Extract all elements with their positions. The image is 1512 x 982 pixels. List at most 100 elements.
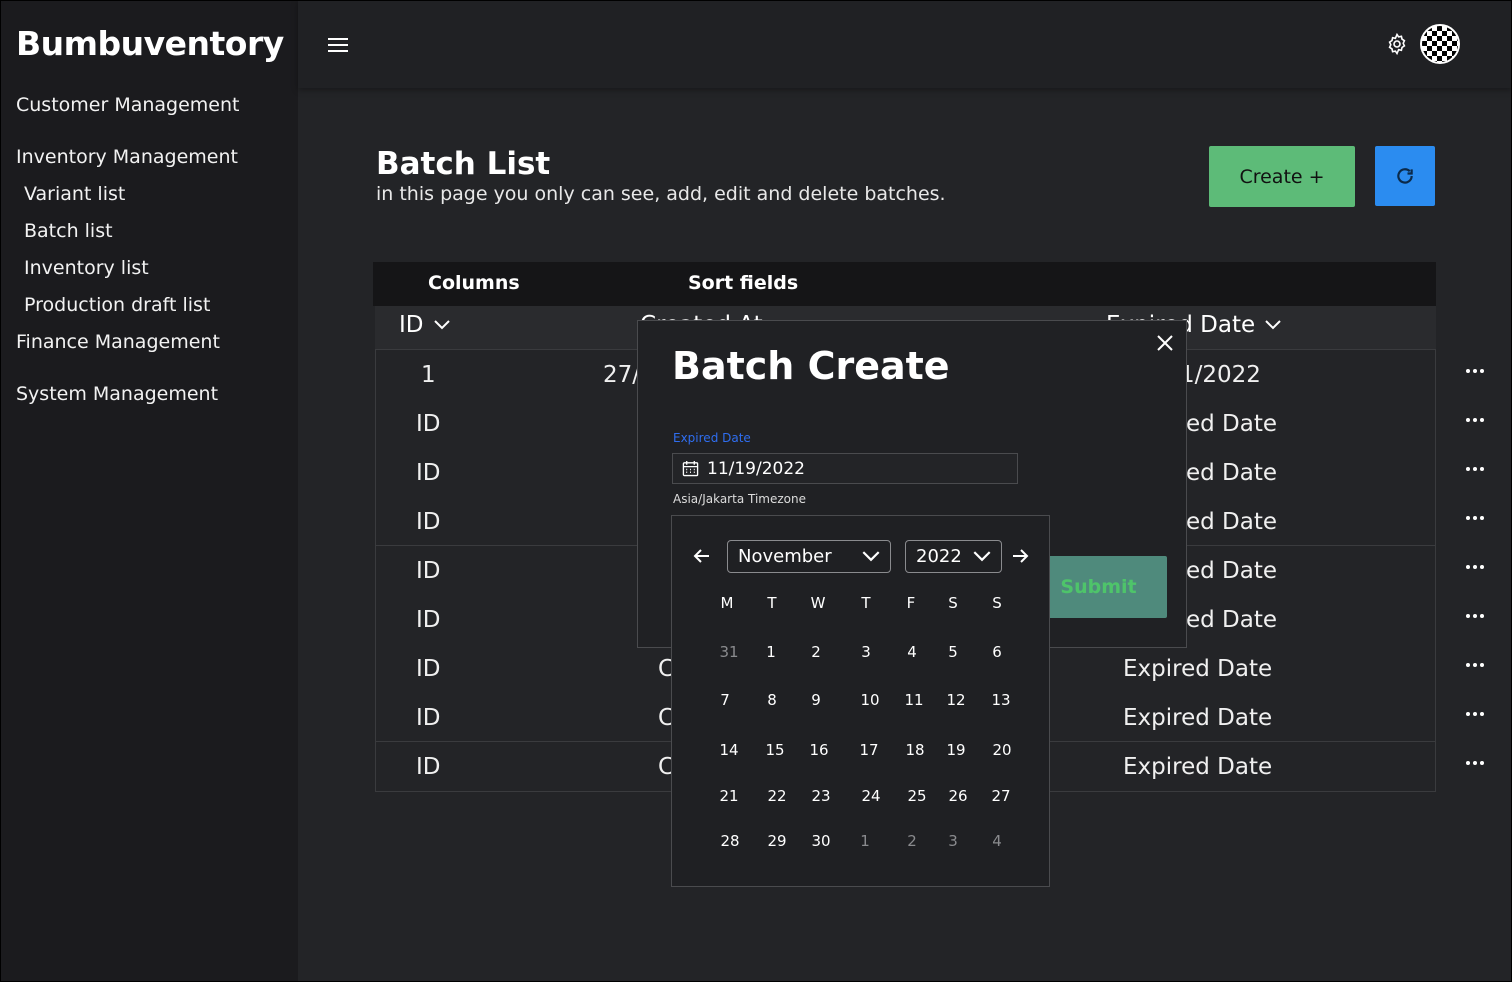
cell-id: ID (416, 754, 441, 780)
page-title: Batch List (376, 146, 551, 182)
sort-fields-button[interactable]: Sort fields (688, 272, 798, 294)
calendar-day[interactable]: 7 (711, 691, 739, 709)
calendar-day[interactable]: 1 (757, 643, 785, 661)
prev-month-arrow-icon[interactable] (692, 546, 712, 566)
more-options-icon[interactable] (1466, 565, 1484, 571)
calendar-day[interactable]: 10 (856, 691, 884, 709)
calendar-day[interactable]: 8 (758, 691, 786, 709)
next-month-arrow-icon[interactable] (1010, 546, 1030, 566)
sidebar-item-variant-list[interactable]: Variant list (24, 183, 125, 205)
calendar-icon (682, 460, 699, 477)
page-subtitle: in this page you only can see, add, edit… (376, 183, 946, 205)
year-select-value: 2022 (916, 546, 962, 567)
calendar-day[interactable]: 14 (715, 741, 743, 759)
calendar-day[interactable]: 17 (855, 741, 883, 759)
hamburger-icon[interactable] (328, 38, 348, 54)
calendar-day[interactable]: 9 (802, 691, 830, 709)
calendar-day[interactable]: 27 (987, 787, 1015, 805)
calendar-day[interactable]: 4 (898, 643, 926, 661)
topbar (298, 0, 1512, 88)
calendar-day[interactable]: 12 (942, 691, 970, 709)
calendar-day[interactable]: 2 (802, 643, 830, 661)
column-header-id-label: ID (399, 312, 424, 338)
calendar-day[interactable]: 5 (939, 643, 967, 661)
calendar-day[interactable]: 20 (988, 741, 1016, 759)
columns-button[interactable]: Columns (428, 272, 520, 294)
cell-expired: Expired Date (1123, 705, 1273, 731)
cell-expired: ed Date (1186, 558, 1278, 584)
more-options-icon[interactable] (1466, 712, 1484, 718)
refresh-button[interactable] (1375, 146, 1435, 206)
gear-icon[interactable] (1385, 32, 1409, 56)
more-options-icon[interactable] (1466, 418, 1484, 424)
calendar-day[interactable]: 21 (715, 787, 743, 805)
sidebar-item-inventory-list[interactable]: Inventory list (24, 257, 149, 279)
weekday-label: S (948, 594, 958, 612)
calendar-day[interactable]: 1 (851, 832, 879, 850)
calendar-day[interactable]: 24 (857, 787, 885, 805)
calendar-day[interactable]: 23 (807, 787, 835, 805)
cell-id: 1 (421, 362, 436, 388)
column-header-id[interactable]: ID (399, 312, 450, 338)
chevron-down-icon (433, 320, 450, 330)
sidebar-item-finance-management[interactable]: Finance Management (16, 331, 220, 353)
calendar-day[interactable]: 26 (944, 787, 972, 805)
sidebar-item-system-management[interactable]: System Management (16, 383, 218, 405)
more-options-icon[interactable] (1466, 516, 1484, 522)
calendar-day[interactable]: 30 (807, 832, 835, 850)
cell-expired: Expired Date (1123, 656, 1273, 682)
cell-id: ID (416, 705, 441, 731)
cell-expired: ed Date (1186, 509, 1278, 535)
sidebar-item-batch-list[interactable]: Batch list (24, 220, 113, 242)
calendar-day[interactable]: 13 (987, 691, 1015, 709)
calendar-day[interactable]: 19 (942, 741, 970, 759)
cell-id: ID (416, 509, 441, 535)
weekday-label: W (810, 594, 826, 612)
sidebar-item-inventory-management[interactable]: Inventory Management (16, 146, 238, 168)
expired-date-value: 11/19/2022 (707, 458, 805, 479)
calendar-day[interactable]: 2 (898, 832, 926, 850)
more-options-icon[interactable] (1466, 761, 1484, 767)
weekday-label: F (906, 594, 916, 612)
calendar-day[interactable]: 3 (852, 643, 880, 661)
sidebar-item-customer-management[interactable]: Customer Management (16, 94, 240, 116)
calendar-day[interactable]: 28 (716, 832, 744, 850)
expired-date-field[interactable]: 11/19/2022 (672, 453, 1018, 484)
cell-id: ID (416, 411, 441, 437)
calendar-day[interactable]: 25 (903, 787, 931, 805)
calendar-day[interactable]: 15 (761, 741, 789, 759)
sidebar-item-production-draft-list[interactable]: Production draft list (24, 294, 210, 316)
avatar[interactable] (1420, 24, 1460, 64)
calendar-day[interactable]: 16 (805, 741, 833, 759)
calendar-day[interactable]: 6 (983, 643, 1011, 661)
submit-button[interactable]: Submit (1030, 556, 1167, 618)
calendar-day[interactable]: 18 (901, 741, 929, 759)
cell-expired: ed Date (1186, 460, 1278, 486)
calendar-day[interactable]: 29 (763, 832, 791, 850)
more-options-icon[interactable] (1466, 467, 1484, 473)
cell-expired: ed Date (1186, 411, 1278, 437)
year-select[interactable]: 2022 (905, 540, 1002, 573)
more-options-icon[interactable] (1466, 614, 1484, 620)
chevron-down-icon (1265, 320, 1281, 330)
chevron-down-icon (973, 551, 991, 562)
close-icon[interactable] (1155, 333, 1175, 353)
refresh-icon (1397, 168, 1413, 184)
expired-date-label: Expired Date (673, 431, 751, 445)
weekday-label: T (767, 594, 777, 612)
cell-id: ID (416, 607, 441, 633)
table-toolbar (373, 262, 1436, 306)
app-title[interactable]: Bumbuventory (16, 24, 284, 63)
calendar-day[interactable]: 31 (715, 643, 743, 661)
calendar-day[interactable]: 4 (983, 832, 1011, 850)
more-options-icon[interactable] (1466, 369, 1484, 375)
month-select[interactable]: November (727, 540, 891, 573)
calendar-day[interactable]: 3 (939, 832, 967, 850)
calendar-day[interactable]: 11 (900, 691, 928, 709)
calendar-day[interactable]: 22 (763, 787, 791, 805)
timezone-label: Asia/Jakarta Timezone (673, 492, 806, 506)
cell-id: ID (416, 558, 441, 584)
create-button[interactable]: Create + (1209, 146, 1355, 207)
more-options-icon[interactable] (1466, 663, 1484, 669)
weekday-label: S (992, 594, 1002, 612)
